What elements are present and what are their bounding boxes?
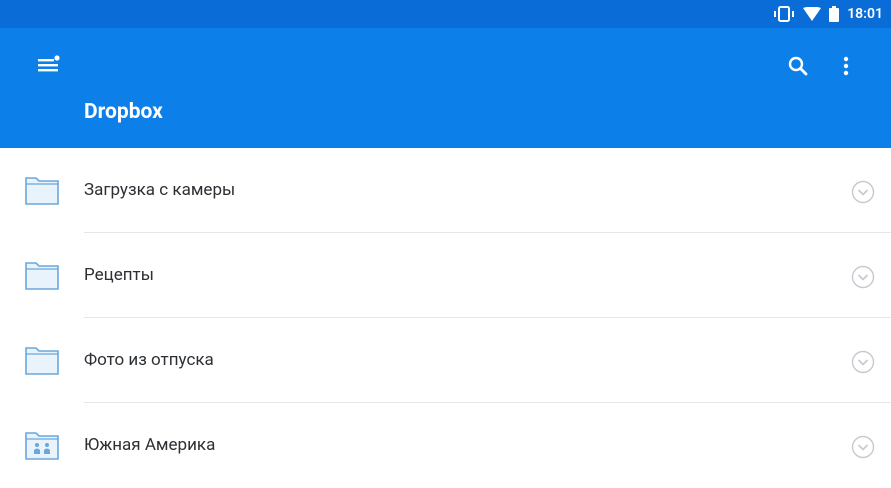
folder-name: Загрузка с камеры	[84, 180, 236, 200]
folder-row-south-america[interactable]: Южная Америка	[0, 403, 891, 488]
vibrate-icon	[774, 6, 795, 22]
chevron-down-circle-icon[interactable]	[851, 350, 875, 374]
wifi-icon	[803, 7, 822, 21]
page-title: Dropbox	[84, 100, 163, 124]
more-options-button[interactable]	[838, 54, 854, 78]
folder-icon	[25, 262, 59, 290]
folder-icon	[25, 177, 59, 205]
folder-name: Фото из отпуска	[84, 350, 214, 370]
app-bar: Dropbox	[0, 28, 891, 148]
chevron-down-circle-icon[interactable]	[851, 180, 875, 204]
more-vert-icon	[843, 56, 849, 76]
folder-row-vacation-photos[interactable]: Фото из отпуска	[0, 318, 891, 403]
search-icon	[788, 56, 808, 76]
folder-name: Южная Америка	[84, 435, 216, 455]
chevron-down-circle-icon[interactable]	[851, 265, 875, 289]
chevron-down-circle-icon[interactable]	[851, 435, 875, 459]
menu-icon	[38, 55, 60, 72]
folder-name: Рецепты	[84, 265, 154, 285]
folder-list: Загрузка с камеры Рецепты Фото из отпуск…	[0, 148, 891, 488]
shared-folder-icon	[25, 432, 59, 460]
menu-button[interactable]	[36, 54, 60, 74]
folder-row-recipes[interactable]: Рецепты	[0, 233, 891, 318]
status-time: 18:01	[847, 6, 883, 22]
status-icons: 18:01	[773, 0, 883, 28]
battery-icon	[829, 6, 840, 22]
folder-icon	[25, 347, 59, 375]
status-bar: 18:01	[0, 0, 891, 28]
folder-row-camera-uploads[interactable]: Загрузка с камеры	[0, 148, 891, 233]
search-button[interactable]	[786, 54, 810, 78]
